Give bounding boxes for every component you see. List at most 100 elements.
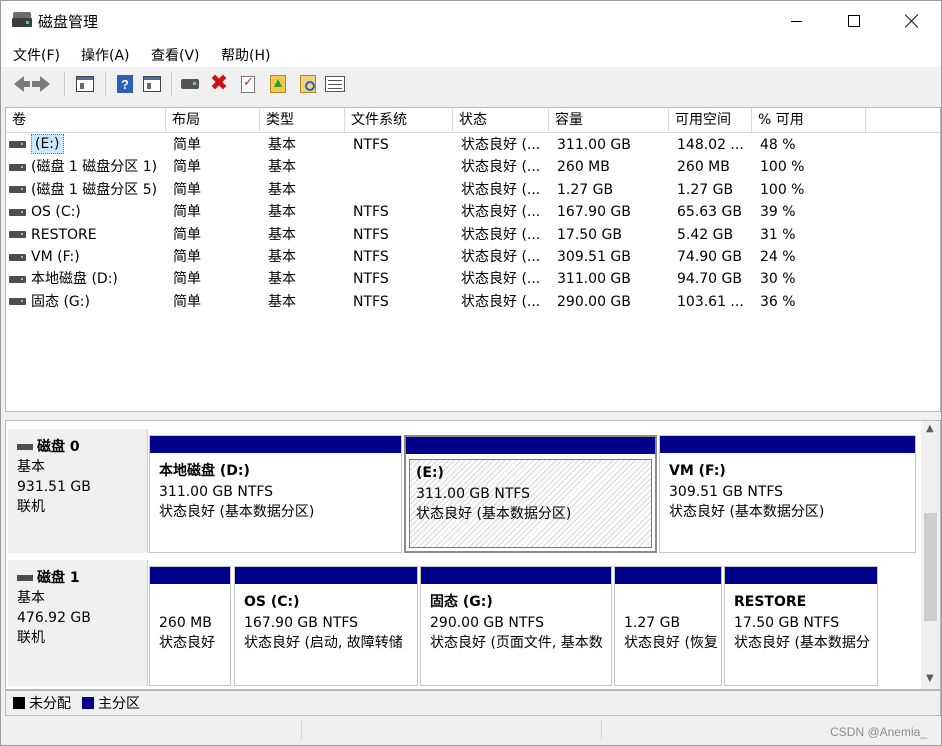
minimize-icon [790,20,802,22]
pane-splitter[interactable] [1,412,941,420]
back-button[interactable] [8,73,30,95]
partition-size: 290.00 GB NTFS [430,614,545,631]
status-divider [301,720,302,740]
volume-row[interactable]: 固态 (G:) 简单 基本 NTFS 状态良好 (... 290.00 GB 103.61 … [6,291,940,313]
partition[interactable]: OS (C:) 167.90 GB NTFS 状态良好 (启动, 故障转储 [234,566,418,686]
column-header-free-space[interactable]: 可用空间 [669,108,752,133]
volume-pct-cell: 100 % [760,159,805,176]
menu-help[interactable]: 帮助(H) [221,45,270,65]
disk-drive-icon [17,575,33,581]
partition-size: 311.00 GB NTFS [159,483,274,500]
partition-body: 本地磁盘 (D:) 311.00 GB NTFS 状态良好 (基本数据分区) [153,458,398,549]
minimize-button[interactable] [767,1,825,41]
folder-up-button[interactable] [267,73,289,95]
volume-capacity-cell: 167.90 GB [557,204,631,221]
volume-layout-cell: 简单 [173,204,201,221]
partition[interactable]: 固态 (G:) 290.00 GB NTFS 状态良好 (页面文件, 基本数 [420,566,612,686]
partition[interactable]: 260 MB 状态良好 [149,566,231,686]
partition-name [159,592,227,613]
volume-pct-cell: 36 % [760,293,796,310]
volume-free-cell: 1.27 GB [677,181,734,198]
volume-row[interactable]: 本地磁盘 (D:) 简单 基本 NTFS 状态良好 (... 311.00 GB 94.70… [6,268,940,290]
volume-pct-cell: 30 % [760,271,796,288]
scroll-thumb[interactable] [924,513,937,621]
column-header-percent-free[interactable]: % 可用 [752,108,866,133]
help-button[interactable]: ? [114,73,136,95]
disk-info-panel[interactable]: 磁盘 0 基本 931.51 GB 联机 [8,429,148,553]
volume-fs-cell: NTFS [353,271,389,288]
partition[interactable]: RESTORE 17.50 GB NTFS 状态良好 (基本数据分 [724,566,878,686]
check-button[interactable] [237,73,259,95]
vertical-scrollbar[interactable]: ▲ ▼ [921,421,940,689]
partition-type-bar [150,436,401,453]
partition-size: 260 MB [159,614,212,631]
partition-status: 状态良好 (恢复 [624,635,718,651]
volume-drive-icon [9,163,26,171]
menu-view[interactable]: 查看(V) [151,45,200,65]
volume-row[interactable]: RESTORE 简单 基本 NTFS 状态良好 (... 17.50 GB 5.42 GB 3… [6,224,940,246]
partition-selected[interactable]: (E:) 311.00 GB NTFS 状态良好 (基本数据分区) [404,435,657,553]
console-tree-icon [76,76,94,92]
folder-search-button[interactable] [297,73,319,95]
partition-body: RESTORE 17.50 GB NTFS 状态良好 (基本数据分 [728,589,874,682]
volume-layout-cell: 简单 [173,249,201,265]
disk-graphical-view: 磁盘 0 基本 931.51 GB 联机 本地磁盘 (D:) 311.00 GB… [5,420,941,690]
maximize-button[interactable] [825,1,883,41]
volume-status-cell: 状态良好 (... [461,271,541,288]
volume-row[interactable]: OS (C:) 简单 基本 NTFS 状态良好 (... 167.90 GB 65.63 G… [6,201,940,223]
column-header-status[interactable]: 状态 [453,108,549,133]
forward-button[interactable] [32,73,56,95]
partition-name: VM (F:) [669,463,726,479]
disk-info-panel[interactable]: 磁盘 1 基本 476.92 GB 联机 [8,560,148,686]
disk-kind: 基本 [17,459,45,475]
volume-capacity-cell: 290.00 GB [557,293,631,310]
toolbar: ? ✖ [1,68,941,101]
close-button[interactable] [883,1,941,41]
disk-state: 联机 [17,630,45,646]
volume-list[interactable]: 卷 布局 类型 文件系统 状态 容量 可用空间 % 可用 (E:) 简单 基本 NTF… [5,107,941,412]
scroll-up-icon[interactable]: ▲ [926,423,934,434]
volume-status-cell: 状态良好 (... [461,204,541,221]
partition[interactable]: VM (F:) 309.51 GB NTFS 状态良好 (基本数据分区) [659,435,916,553]
watermark-text: CSDN @Anemia_ [830,725,927,739]
partition-status: 状态良好 (基本数据分区) [416,506,572,522]
column-header-filler [866,108,940,133]
disk-title: 磁盘 1 [17,568,147,588]
partition-name: RESTORE [734,594,807,610]
volume-fs-cell: NTFS [353,249,389,265]
volume-row[interactable]: VM (F:) 简单 基本 NTFS 状态良好 (... 309.51 GB 74.90 G… [6,246,940,268]
partition[interactable]: 本地磁盘 (D:) 311.00 GB NTFS 状态良好 (基本数据分区) [149,435,402,553]
column-header-filesystem[interactable]: 文件系统 [345,108,453,133]
partition-status: 状态良好 (页面文件, 基本数 [430,635,603,651]
show-pane-button[interactable] [141,73,163,95]
column-header-volume[interactable]: 卷 [6,108,166,133]
column-header-capacity[interactable]: 容量 [549,108,669,133]
menu-action[interactable]: 操作(A) [81,45,130,65]
toolbar-separator [105,72,106,96]
column-header-type[interactable]: 类型 [260,108,345,133]
volume-status-cell: 状态良好 (... [461,293,541,310]
partition-status: 状态良好 (基本数据分 [734,635,870,651]
partition[interactable]: 1.27 GB 状态良好 (恢复 [614,566,722,686]
volume-status-cell: 状态良好 (... [461,137,541,153]
partition-name: 本地磁盘 (D:) [159,463,250,479]
partition-type-bar [615,567,721,584]
console-tree-button[interactable] [74,73,96,95]
volume-fs-cell: NTFS [353,204,389,221]
volume-row[interactable]: (磁盘 1 磁盘分区 1) 简单 基本 状态良好 (... 260 MB 260 MB 10… [6,156,940,178]
scroll-down-icon[interactable]: ▼ [926,673,934,684]
connect-drive-button[interactable] [179,73,201,95]
disk-row: 磁盘 0 基本 931.51 GB 联机 本地磁盘 (D:) 311.00 GB… [6,429,918,557]
disk-row: 磁盘 1 基本 476.92 GB 联机 260 MB 状态良好 OS (C:)… [6,560,918,688]
volume-status-cell: 状态良好 (... [461,226,541,243]
partition-size: 311.00 GB NTFS [416,485,531,502]
volume-row[interactable]: (磁盘 1 磁盘分区 5) 简单 基本 状态良好 (... 1.27 GB 1.27 GB… [6,179,940,201]
delete-button[interactable]: ✖ [208,73,230,95]
volume-name-cell: VM (F:) [8,246,168,268]
properties-button[interactable] [324,73,346,95]
volume-type-cell: 基本 [268,249,296,265]
menu-file[interactable]: 文件(F) [13,45,60,65]
column-header-layout[interactable]: 布局 [166,108,260,133]
volume-row[interactable]: (E:) 简单 基本 NTFS 状态良好 (... 311.00 GB 148.02 ...… [6,134,940,156]
legend-swatch-unallocated [13,697,25,709]
